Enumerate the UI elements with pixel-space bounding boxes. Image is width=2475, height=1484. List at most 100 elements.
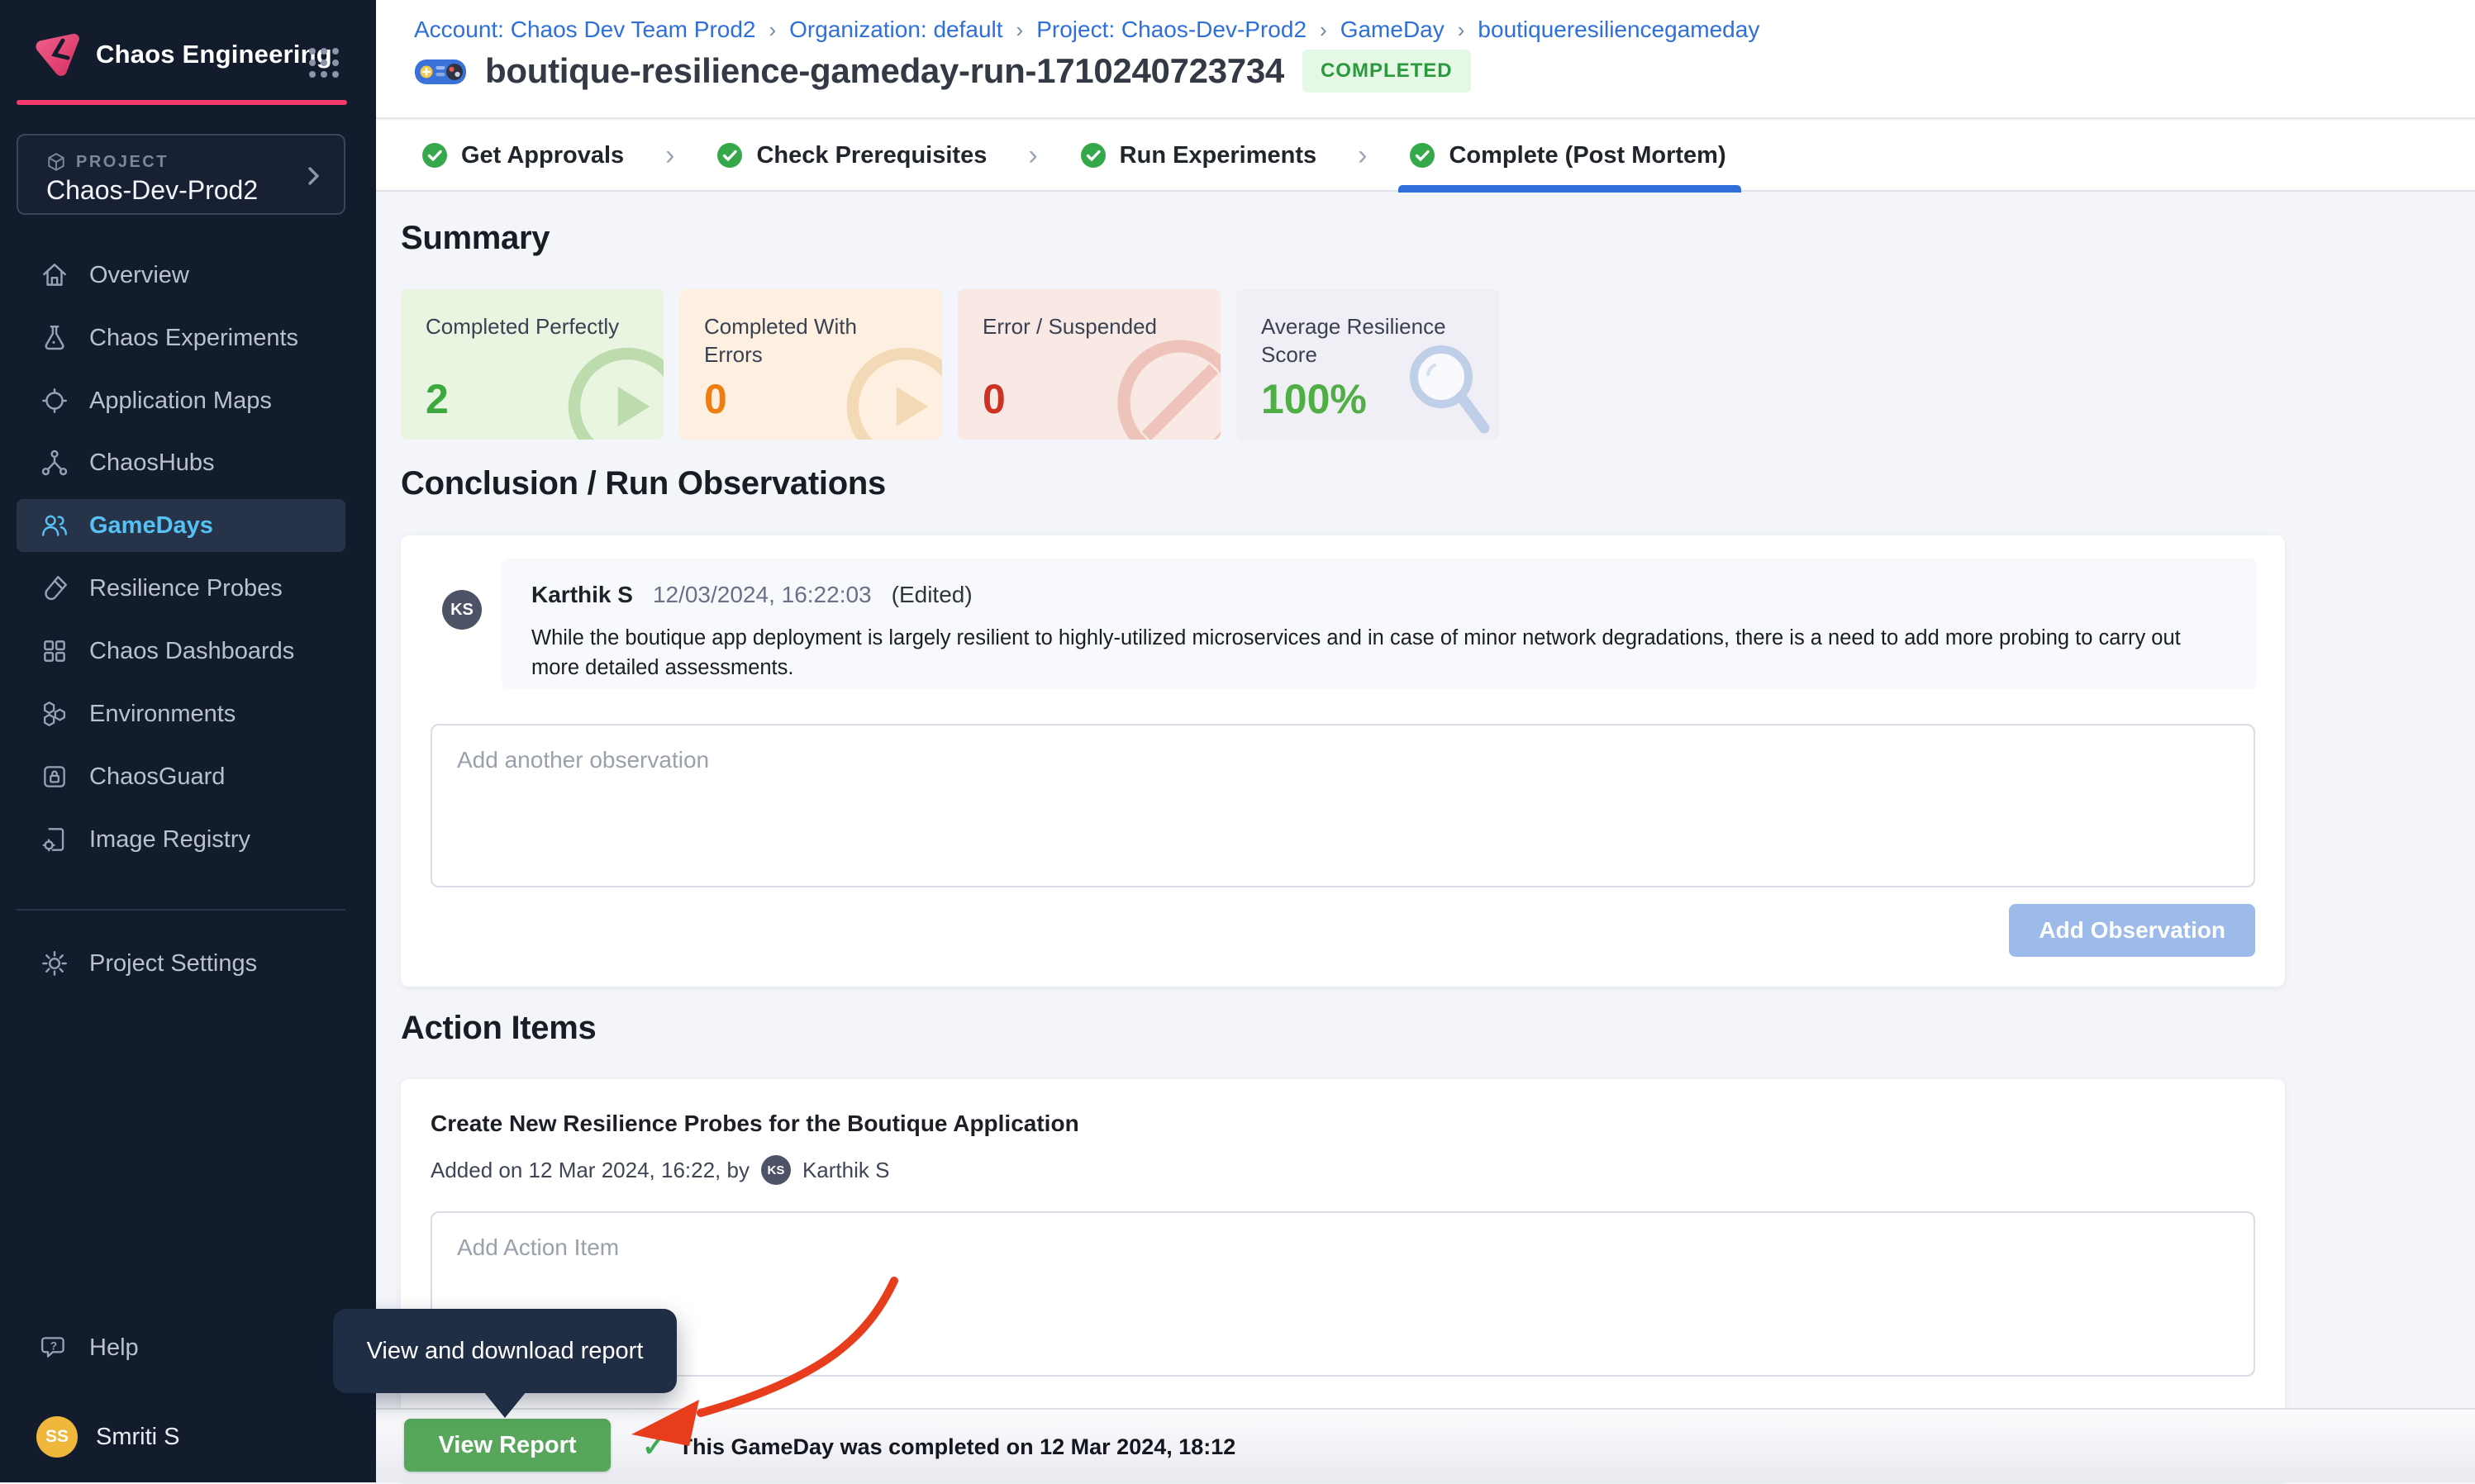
user-name: Smriti S xyxy=(96,1424,180,1451)
page-title: boutique-resilience-gameday-run-17102407… xyxy=(485,51,1284,91)
comment-edited-label: (Edited) xyxy=(892,582,973,608)
hexagons-icon xyxy=(40,699,69,729)
observations-heading: Conclusion / Run Observations xyxy=(401,465,886,502)
add-action-item-input[interactable] xyxy=(431,1211,2255,1377)
step-complete-post-mortem[interactable]: Complete (Post Mortem) xyxy=(1402,120,1732,191)
action-item-meta: Added on 12 Mar 2024, 16:22, by KS Karth… xyxy=(431,1155,889,1185)
sidebar-item-label: Environments xyxy=(89,701,236,728)
help-chat-icon: ? xyxy=(40,1333,69,1363)
sidebar-item-label: GameDays xyxy=(89,512,213,540)
check-icon: ✓ xyxy=(642,1430,666,1463)
lock-icon xyxy=(40,762,69,792)
probe-icon xyxy=(40,573,69,603)
sidebar-item-gamedays[interactable]: GameDays xyxy=(17,499,345,552)
step-get-approvals[interactable]: Get Approvals xyxy=(414,120,631,191)
action-author: Karthik S xyxy=(802,1158,890,1183)
step-label: Complete (Post Mortem) xyxy=(1449,142,1725,169)
breadcrumb-separator: › xyxy=(1016,17,1024,43)
sidebar-item-chaoshubs[interactable]: ChaosHubs xyxy=(17,437,345,488)
add-observation-input[interactable] xyxy=(431,724,2255,887)
step-check-prerequisites[interactable]: Check Prerequisites xyxy=(709,120,993,191)
step-separator: › xyxy=(1028,140,1037,172)
sidebar-item-label: Application Maps xyxy=(89,388,272,415)
tooltip-caret xyxy=(483,1391,526,1418)
sidebar-item-label: ChaosHubs xyxy=(89,449,215,477)
card-value: 100% xyxy=(1261,375,1367,423)
sidebar-item-label: Chaos Experiments xyxy=(89,325,298,352)
card-average-resilience-score: Average Resilience Score 100% xyxy=(1236,289,1499,440)
card-value: 0 xyxy=(983,375,1006,423)
breadcrumb-separator: › xyxy=(769,17,776,43)
sidebar-item-application-maps[interactable]: Application Maps xyxy=(17,375,345,426)
check-circle-icon xyxy=(1408,141,1436,169)
sidebar-item-label: ChaosGuard xyxy=(89,763,225,791)
card-completed-perfectly: Completed Perfectly 2 xyxy=(401,289,664,440)
comment-timestamp: 12/03/2024, 16:22:03 xyxy=(653,582,872,608)
people-icon xyxy=(40,511,69,540)
action-items-heading: Action Items xyxy=(401,1010,596,1047)
breadcrumb-account[interactable]: Account: Chaos Dev Team Prod2 xyxy=(414,17,755,43)
svg-text:?: ? xyxy=(50,1340,57,1353)
action-added-text: Added on 12 Mar 2024, 16:22, by xyxy=(431,1158,750,1183)
step-separator: › xyxy=(1358,140,1367,172)
step-label: Check Prerequisites xyxy=(756,142,987,169)
gear-icon xyxy=(40,949,69,978)
breadcrumb-project[interactable]: Project: Chaos-Dev-Prod2 xyxy=(1036,17,1307,43)
sidebar-item-resilience-probes[interactable]: Resilience Probes xyxy=(17,563,345,614)
add-observation-button[interactable]: Add Observation xyxy=(2009,904,2255,957)
sidebar-item-label: Overview xyxy=(89,262,189,289)
network-icon xyxy=(40,448,69,478)
cube-icon xyxy=(46,152,66,172)
project-name: Chaos-Dev-Prod2 xyxy=(46,175,258,206)
sidebar-item-help[interactable]: ? Help xyxy=(17,1322,345,1373)
sidebar-item-chaos-experiments[interactable]: Chaos Experiments xyxy=(17,312,345,364)
project-selector[interactable]: PROJECT Chaos-Dev-Prod2 xyxy=(17,134,345,215)
project-label: PROJECT xyxy=(76,153,169,172)
card-value: 0 xyxy=(704,375,727,423)
sidebar-item-chaos-dashboards[interactable]: Chaos Dashboards xyxy=(17,625,345,677)
summary-heading: Summary xyxy=(401,220,550,257)
comment-body: While the boutique app deployment is lar… xyxy=(531,623,2227,683)
avatar: SS xyxy=(36,1416,78,1458)
sidebar-item-image-registry[interactable]: Image Registry xyxy=(17,814,345,865)
module-grid-icon[interactable] xyxy=(302,41,345,84)
registry-icon xyxy=(40,825,69,854)
home-icon xyxy=(40,260,69,290)
chaos-engineering-logo-icon xyxy=(30,26,84,81)
sidebar-item-environments[interactable]: Environments xyxy=(17,688,345,740)
view-report-button[interactable]: View Report xyxy=(404,1419,611,1472)
sidebar-item-chaosguard[interactable]: ChaosGuard xyxy=(17,751,345,802)
card-label: Error / Suspended xyxy=(983,312,1196,340)
gamepad-icon xyxy=(414,52,467,90)
sidebar-item-label: Resilience Probes xyxy=(89,575,283,602)
breadcrumb-gameday[interactable]: GameDay xyxy=(1340,17,1445,43)
summary-cards: Completed Perfectly 2 Completed With Err… xyxy=(401,289,1499,440)
active-step-underline xyxy=(1398,185,1740,193)
brand-accent-line xyxy=(17,100,347,105)
footer-bar: View Report ✓ This GameDay was completed… xyxy=(376,1408,2475,1482)
user-menu[interactable]: SS Smriti S xyxy=(36,1416,180,1458)
target-icon xyxy=(40,386,69,416)
breadcrumb-gameday-name[interactable]: boutiqueresiliencegameday xyxy=(1478,17,1759,43)
breadcrumb-separator: › xyxy=(1458,17,1465,43)
breadcrumb: Account: Chaos Dev Team Prod2 › Organiza… xyxy=(414,17,1759,43)
card-label: Completed Perfectly xyxy=(426,312,639,340)
sidebar-item-project-settings[interactable]: Project Settings xyxy=(17,938,345,989)
sidebar: Chaos Engineering PROJECT Chaos-Dev-Prod… xyxy=(0,0,376,1482)
step-label: Run Experiments xyxy=(1120,142,1317,169)
status-badge: COMPLETED xyxy=(1302,50,1471,93)
avatar: KS xyxy=(761,1155,791,1185)
breadcrumb-organization[interactable]: Organization: default xyxy=(789,17,1002,43)
card-label: Average Resilience Score xyxy=(1261,312,1474,369)
prohibited-icon xyxy=(1110,332,1221,440)
page-header: Account: Chaos Dev Team Prod2 › Organiza… xyxy=(376,0,2475,119)
sidebar-item-label: Chaos Dashboards xyxy=(89,638,294,665)
step-separator: › xyxy=(665,140,674,172)
step-run-experiments[interactable]: Run Experiments xyxy=(1073,120,1324,191)
card-value: 2 xyxy=(426,375,449,423)
app-title: Chaos Engineering xyxy=(96,40,332,69)
footer-status: ✓ This GameDay was completed on 12 Mar 2… xyxy=(642,1410,1235,1484)
check-circle-icon xyxy=(716,141,744,169)
check-circle-icon xyxy=(421,141,449,169)
sidebar-item-overview[interactable]: Overview xyxy=(17,250,345,301)
